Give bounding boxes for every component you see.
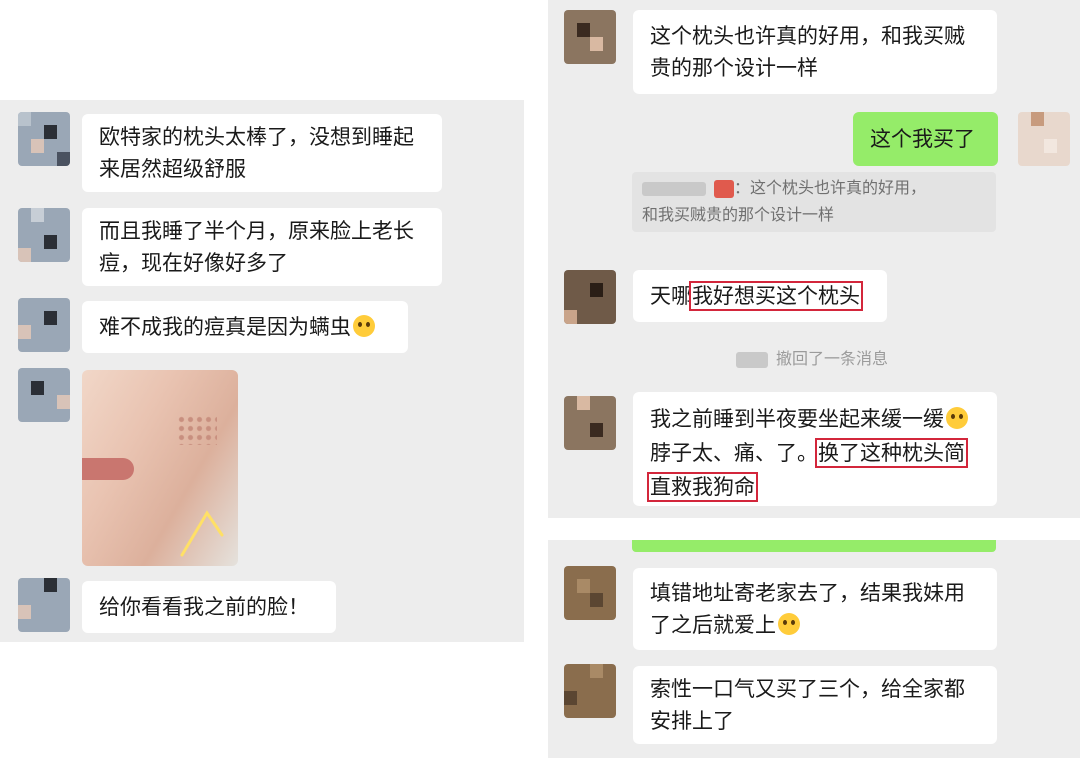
- left-chat-panel: 欧特家的枕头太棒了，没想到睡起 来居然超级舒服 而且我睡了半个月，原来脸上老长 …: [0, 100, 524, 642]
- self-avatar[interactable]: [1018, 112, 1070, 166]
- highlighted-text: 换了这种枕头简: [815, 438, 968, 468]
- message-bubble[interactable]: 索性一口气又买了三个，给全家都 安排上了: [633, 666, 997, 744]
- quote-text: ：这个枕头也许真的好用，: [734, 178, 927, 197]
- quote-text: 和我买贼贵的那个设计一样: [642, 205, 835, 224]
- blurred-name: [642, 181, 706, 196]
- highlighted-text: 直救我狗命: [647, 472, 758, 502]
- cheek-spots: [177, 415, 217, 445]
- right-chat-panel-top: 这个枕头也许真的好用，和我买贼 贵的那个设计一样 这个我买了 ：这个枕头也许真的…: [548, 0, 1080, 518]
- message-text: 这个我买了: [870, 127, 975, 151]
- contact-avatar[interactable]: [564, 566, 616, 620]
- sweat-smile-emoji: [946, 407, 968, 429]
- message-bubble[interactable]: 难不成我的痘真是因为螨虫: [82, 301, 408, 353]
- message-text: 痘，现在好像好多了: [99, 251, 288, 275]
- message-bubble[interactable]: 我之前睡到半夜要坐起来缓一缓 脖子太、痛、了。换了这种枕头简 直救我狗命: [633, 392, 997, 506]
- contact-avatar[interactable]: [18, 578, 70, 632]
- message-bubble[interactable]: 而且我睡了半个月，原来脸上老长 痘，现在好像好多了: [82, 208, 442, 286]
- message-text: 填错地址寄老家去了，结果我妹用: [650, 581, 965, 605]
- self-message-bubble[interactable]: 这个我买了: [853, 112, 998, 166]
- quoted-message[interactable]: ：这个枕头也许真的好用， 和我买贼贵的那个设计一样: [632, 172, 996, 232]
- message-text: 索性一口气又买了三个，给全家都: [650, 677, 965, 701]
- contact-avatar[interactable]: [18, 112, 70, 166]
- message-text: 来居然超级舒服: [99, 157, 246, 181]
- message-text: 这个枕头也许真的好用，和我买贼: [650, 24, 965, 48]
- right-chat-panel-bottom: 填错地址寄老家去了，结果我妹用 了之后就爱上 索性一口气又买了三个，给全家都 安…: [548, 540, 1080, 758]
- message-text: 天哪: [650, 284, 692, 308]
- contact-avatar[interactable]: [564, 10, 616, 64]
- contact-avatar[interactable]: [564, 270, 616, 324]
- blurred-name: [736, 351, 768, 368]
- message-text: 安排上了: [650, 709, 734, 733]
- lips-shape: [82, 458, 134, 480]
- message-text: 难不成我的痘真是因为螨虫: [99, 315, 351, 339]
- message-bubble[interactable]: 天哪我好想买这个枕头: [633, 270, 887, 322]
- message-text: 了之后就爱上: [650, 613, 776, 637]
- message-text: 欧特家的枕头太棒了，没想到睡起: [99, 125, 414, 149]
- message-bubble[interactable]: 给你看看我之前的脸！: [82, 581, 336, 633]
- contact-avatar[interactable]: [18, 298, 70, 352]
- contact-avatar[interactable]: [18, 208, 70, 262]
- message-text: 而且我睡了半个月，原来脸上老长: [99, 219, 414, 243]
- face-photo[interactable]: [82, 370, 238, 566]
- message-bubble[interactable]: 欧特家的枕头太棒了，没想到睡起 来居然超级舒服: [82, 114, 442, 192]
- system-text: 撤回了一条消息: [776, 349, 889, 368]
- contact-avatar[interactable]: [564, 396, 616, 450]
- blurred-avatar: [714, 179, 734, 198]
- contact-avatar[interactable]: [564, 664, 616, 718]
- arrow-icon: [180, 510, 224, 557]
- message-text: 给你看看我之前的脸！: [99, 595, 309, 619]
- message-text: 贵的那个设计一样: [650, 56, 818, 80]
- message-text: 我之前睡到半夜要坐起来缓一缓: [650, 407, 944, 431]
- highlighted-text: 我好想买这个枕头: [689, 281, 863, 311]
- message-bubble[interactable]: 这个枕头也许真的好用，和我买贼 贵的那个设计一样: [633, 10, 997, 94]
- message-text: 脖子太、痛、了。: [650, 441, 818, 465]
- message-bubble[interactable]: 填错地址寄老家去了，结果我妹用 了之后就爱上: [633, 568, 997, 650]
- recall-notice: 撤回了一条消息: [736, 345, 888, 369]
- crying-laughing-emoji: [778, 613, 800, 635]
- contact-avatar[interactable]: [18, 368, 70, 422]
- screaming-face-emoji: [353, 315, 375, 337]
- green-bubble-edge: [632, 540, 996, 552]
